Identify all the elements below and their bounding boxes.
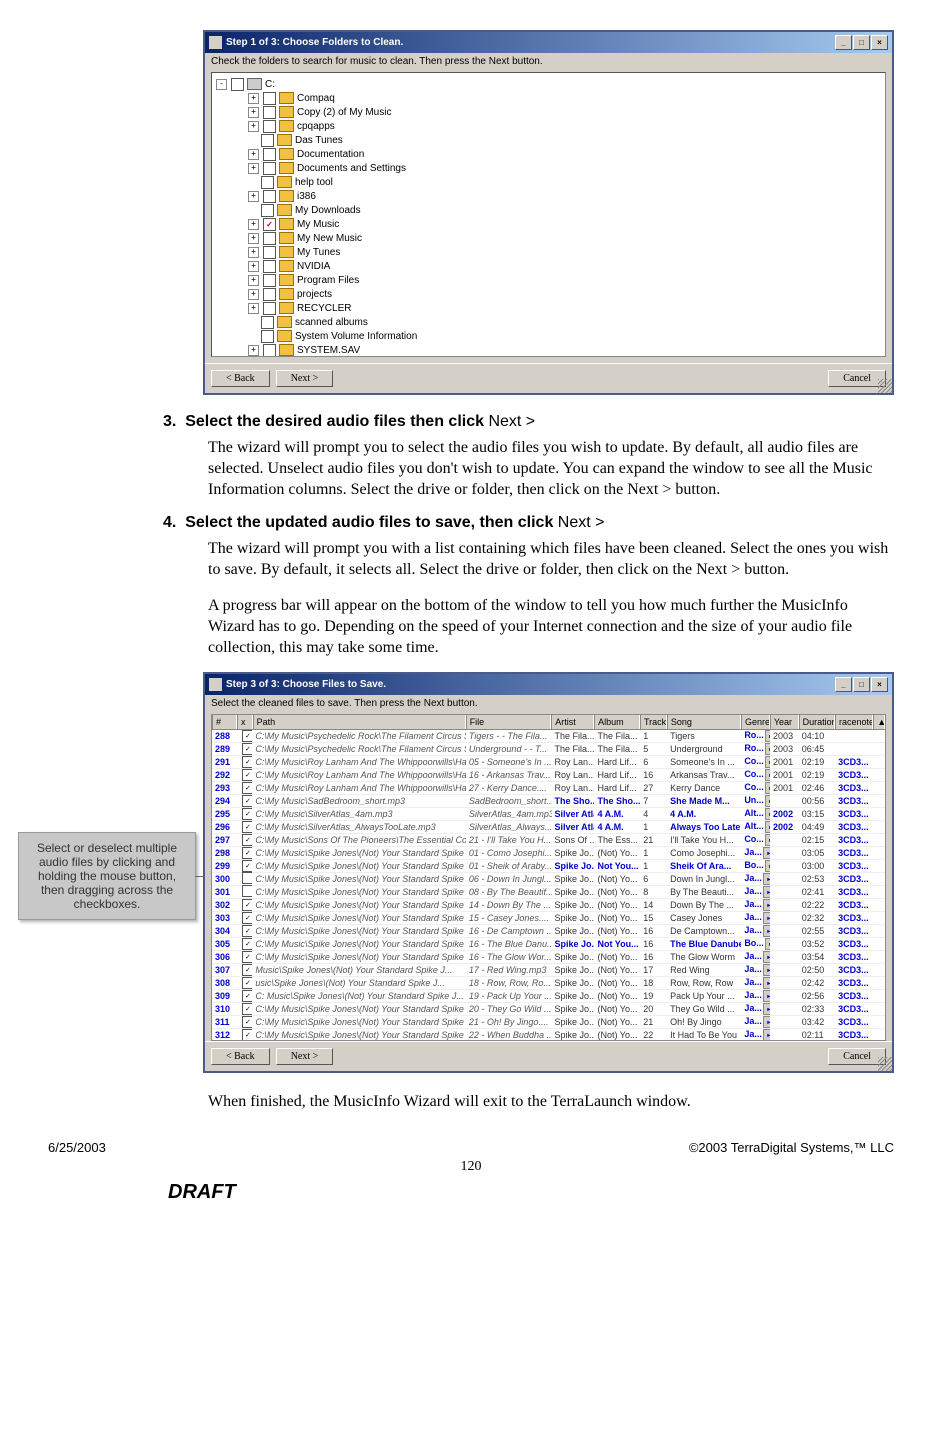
resize-grip[interactable]	[878, 1057, 892, 1071]
window-title: Step 3 of 3: Choose Files to Save.	[226, 679, 386, 690]
page-footer: 6/25/2003 ©2003 TerraDigital Systems,™ L…	[48, 1140, 894, 1155]
dialog-step1: Step 1 of 3: Choose Folders to Clean. _ …	[203, 30, 894, 395]
closing-text: When finished, the MusicInfo Wizard will…	[208, 1091, 894, 1112]
footer-copyright: ©2003 TerraDigital Systems,™ LLC	[689, 1140, 894, 1155]
step3-heading: 3. Select the desired audio files then c…	[163, 413, 894, 431]
footer-date: 6/25/2003	[48, 1140, 106, 1155]
instruction-text: Select the cleaned files to save. Then p…	[205, 695, 892, 712]
minimize-button[interactable]: _	[835, 35, 852, 50]
titlebar: Step 1 of 3: Choose Folders to Clean. _ …	[205, 32, 892, 53]
maximize-button[interactable]: □	[853, 677, 870, 692]
folder-tree[interactable]: -C:+Compaq+Copy (2) of My Music+cpqappsD…	[211, 72, 886, 357]
page-number: 120	[48, 1159, 894, 1175]
close-button[interactable]: ×	[871, 35, 888, 50]
app-icon	[209, 36, 222, 49]
minimize-button[interactable]: _	[835, 677, 852, 692]
resize-grip[interactable]	[878, 379, 892, 393]
maximize-button[interactable]: □	[853, 35, 870, 50]
draft-watermark: DRAFT	[168, 1181, 894, 1204]
file-grid[interactable]: #xPathFileArtistAlbumTrackSongGenreYearD…	[211, 714, 886, 1041]
step3-body: The wizard will prompt you to select the…	[208, 437, 894, 500]
app-icon	[209, 678, 222, 691]
close-button[interactable]: ×	[871, 677, 888, 692]
callout-tip: Select or deselect multiple audio files …	[18, 832, 196, 920]
next-button[interactable]: Next >	[276, 1048, 334, 1065]
back-button[interactable]: < Back	[211, 1048, 270, 1065]
dialog-step3: Step 3 of 3: Choose Files to Save. _ □ ×…	[203, 672, 894, 1073]
window-title: Step 1 of 3: Choose Folders to Clean.	[226, 37, 403, 48]
instruction-text: Check the folders to search for music to…	[205, 53, 892, 70]
back-button[interactable]: < Back	[211, 370, 270, 387]
step4-body1: The wizard will prompt you with a list c…	[208, 538, 894, 580]
step4-body2: A progress bar will appear on the bottom…	[208, 595, 894, 658]
titlebar: Step 3 of 3: Choose Files to Save. _ □ ×	[205, 674, 892, 695]
next-button[interactable]: Next >	[276, 370, 334, 387]
step4-heading: 4. Select the updated audio files to sav…	[163, 514, 894, 532]
